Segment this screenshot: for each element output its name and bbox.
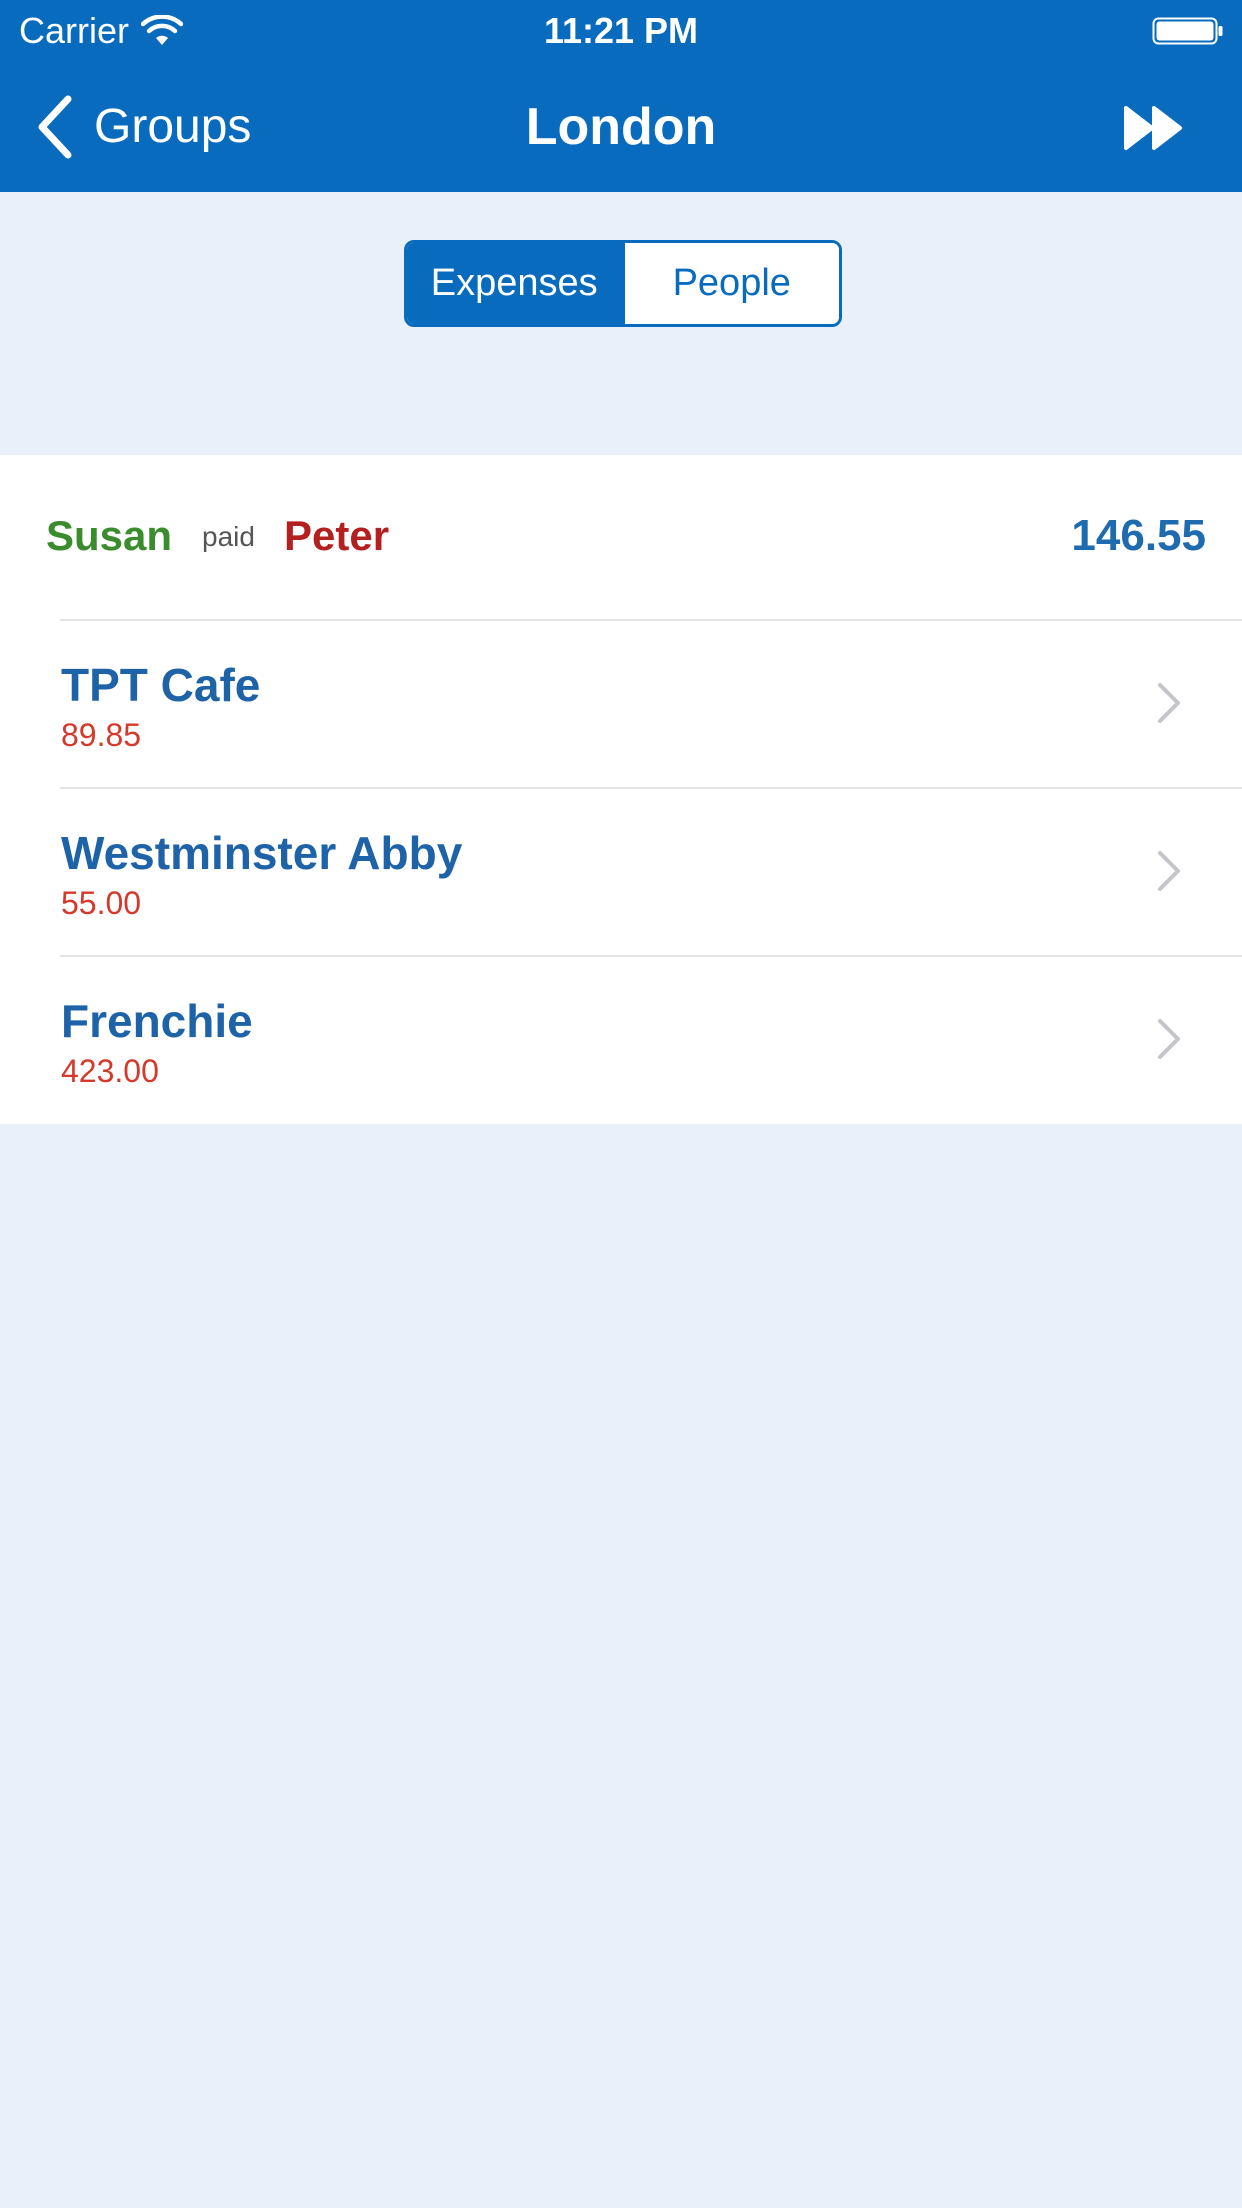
- row-divider: [60, 955, 1242, 957]
- payee-name: Peter: [284, 512, 390, 559]
- expense-row-westminster-abby[interactable]: Westminster Abby 55.00: [0, 787, 1242, 955]
- paid-label: paid: [202, 521, 255, 552]
- chevron-left-icon: [38, 95, 72, 159]
- chevron-right-icon: [1158, 683, 1180, 723]
- view-segmented-control: Expenses People: [404, 240, 842, 327]
- back-label: Groups: [94, 100, 252, 153]
- app-header: Carrier 11:21 PM Groups London: [0, 0, 1242, 192]
- fast-forward-icon[interactable]: [1122, 100, 1186, 156]
- expense-row-frenchie[interactable]: Frenchie 423.00: [0, 955, 1242, 1123]
- expense-list: Susan paid Peter 146.55 TPT Cafe 89.85 W…: [0, 455, 1242, 1124]
- expense-row-tpt-cafe[interactable]: TPT Cafe 89.85: [0, 619, 1242, 787]
- status-bar: Carrier 11:21 PM: [0, 0, 1242, 62]
- settlement-amount: 146.55: [1071, 511, 1206, 560]
- expense-amount: 423.00: [61, 1053, 159, 1089]
- navigation-bar: Groups London: [0, 62, 1242, 192]
- segment-expenses[interactable]: Expenses: [407, 243, 622, 324]
- expense-amount: 89.85: [61, 717, 142, 753]
- status-time: 11:21 PM: [543, 10, 699, 51]
- chevron-right-icon: [1158, 851, 1180, 891]
- segment-people[interactable]: People: [621, 243, 839, 324]
- expense-name: Westminster Abby: [61, 827, 463, 879]
- chevron-right-icon: [1158, 1019, 1180, 1059]
- expense-amount: 55.00: [61, 885, 142, 921]
- back-button[interactable]: Groups: [34, 92, 251, 162]
- settlement-summary: Susan paid Peter 146.55: [0, 455, 1242, 619]
- battery-icon: [1152, 17, 1223, 45]
- row-divider: [60, 787, 1242, 789]
- expense-name: Frenchie: [61, 995, 253, 1047]
- row-divider: [60, 619, 1242, 621]
- expense-name: TPT Cafe: [61, 659, 261, 711]
- payer-name: Susan: [46, 512, 173, 559]
